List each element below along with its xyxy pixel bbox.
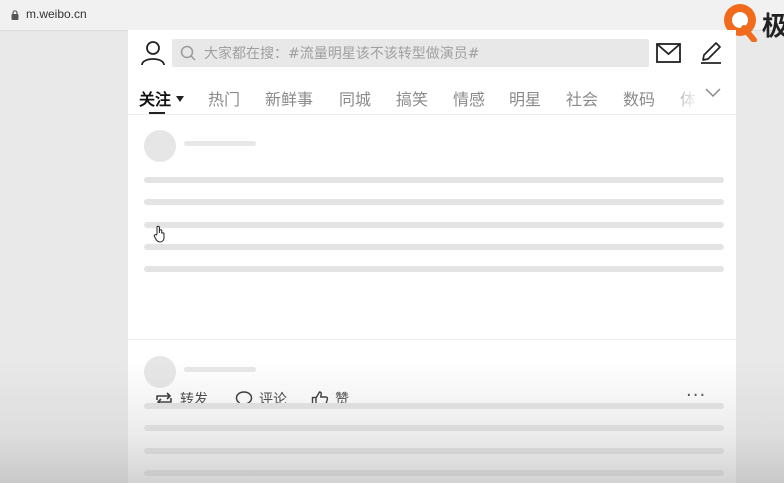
tab-hot[interactable]: 热门	[208, 86, 240, 110]
weibo-page: 关注 热门 新鲜事 同城 搞笑 情感 明星 社会 数码 体	[128, 30, 736, 483]
text-skeleton-line	[144, 448, 724, 454]
channel-tabs: 关注 热门 新鲜事 同城 搞笑 情感 明星 社会 数码 体	[128, 78, 736, 115]
search-icon	[180, 45, 196, 61]
lock-icon	[11, 10, 19, 20]
hand-cursor-icon	[153, 225, 165, 243]
search-box[interactable]	[172, 39, 649, 69]
text-skeleton-line	[144, 177, 724, 183]
address-text[interactable]: m.weibo.cn	[26, 7, 87, 21]
tab-local[interactable]: 同城	[339, 86, 371, 110]
text-skeleton-line	[144, 244, 724, 250]
tab-funny[interactable]: 搞笑	[396, 86, 428, 110]
tab-follow[interactable]: 关注	[139, 86, 185, 110]
name-skeleton	[184, 141, 256, 146]
mail-icon[interactable]	[656, 43, 681, 63]
text-skeleton-line	[144, 222, 724, 228]
search-input[interactable]	[202, 39, 646, 69]
tabs-fade	[668, 78, 736, 112]
text-skeleton-line	[144, 470, 724, 476]
tab-society[interactable]: 社会	[566, 86, 598, 110]
tab-digital[interactable]: 数码	[623, 86, 655, 110]
text-skeleton-line	[144, 425, 724, 431]
text-skeleton-line	[144, 199, 724, 205]
feed-card	[128, 341, 736, 483]
chevron-down-icon[interactable]	[705, 86, 721, 98]
pencil-icon[interactable]	[699, 41, 723, 65]
active-tab-indicator	[149, 112, 165, 114]
text-skeleton-line	[144, 403, 724, 409]
tab-celebrity[interactable]: 明星	[509, 86, 541, 110]
divider	[128, 339, 736, 340]
avatar-placeholder	[144, 130, 176, 162]
text-skeleton-line	[144, 266, 724, 272]
user-icon[interactable]	[140, 40, 166, 66]
tab-emotion[interactable]: 情感	[453, 86, 485, 110]
browser-address-bar[interactable]: m.weibo.cn	[0, 0, 784, 31]
name-skeleton	[184, 367, 256, 372]
caret-down-icon	[176, 96, 185, 102]
brand-text: 极	[762, 12, 784, 42]
top-bar	[128, 30, 736, 78]
avatar-placeholder	[144, 356, 176, 388]
tab-fresh[interactable]: 新鲜事	[265, 86, 313, 110]
